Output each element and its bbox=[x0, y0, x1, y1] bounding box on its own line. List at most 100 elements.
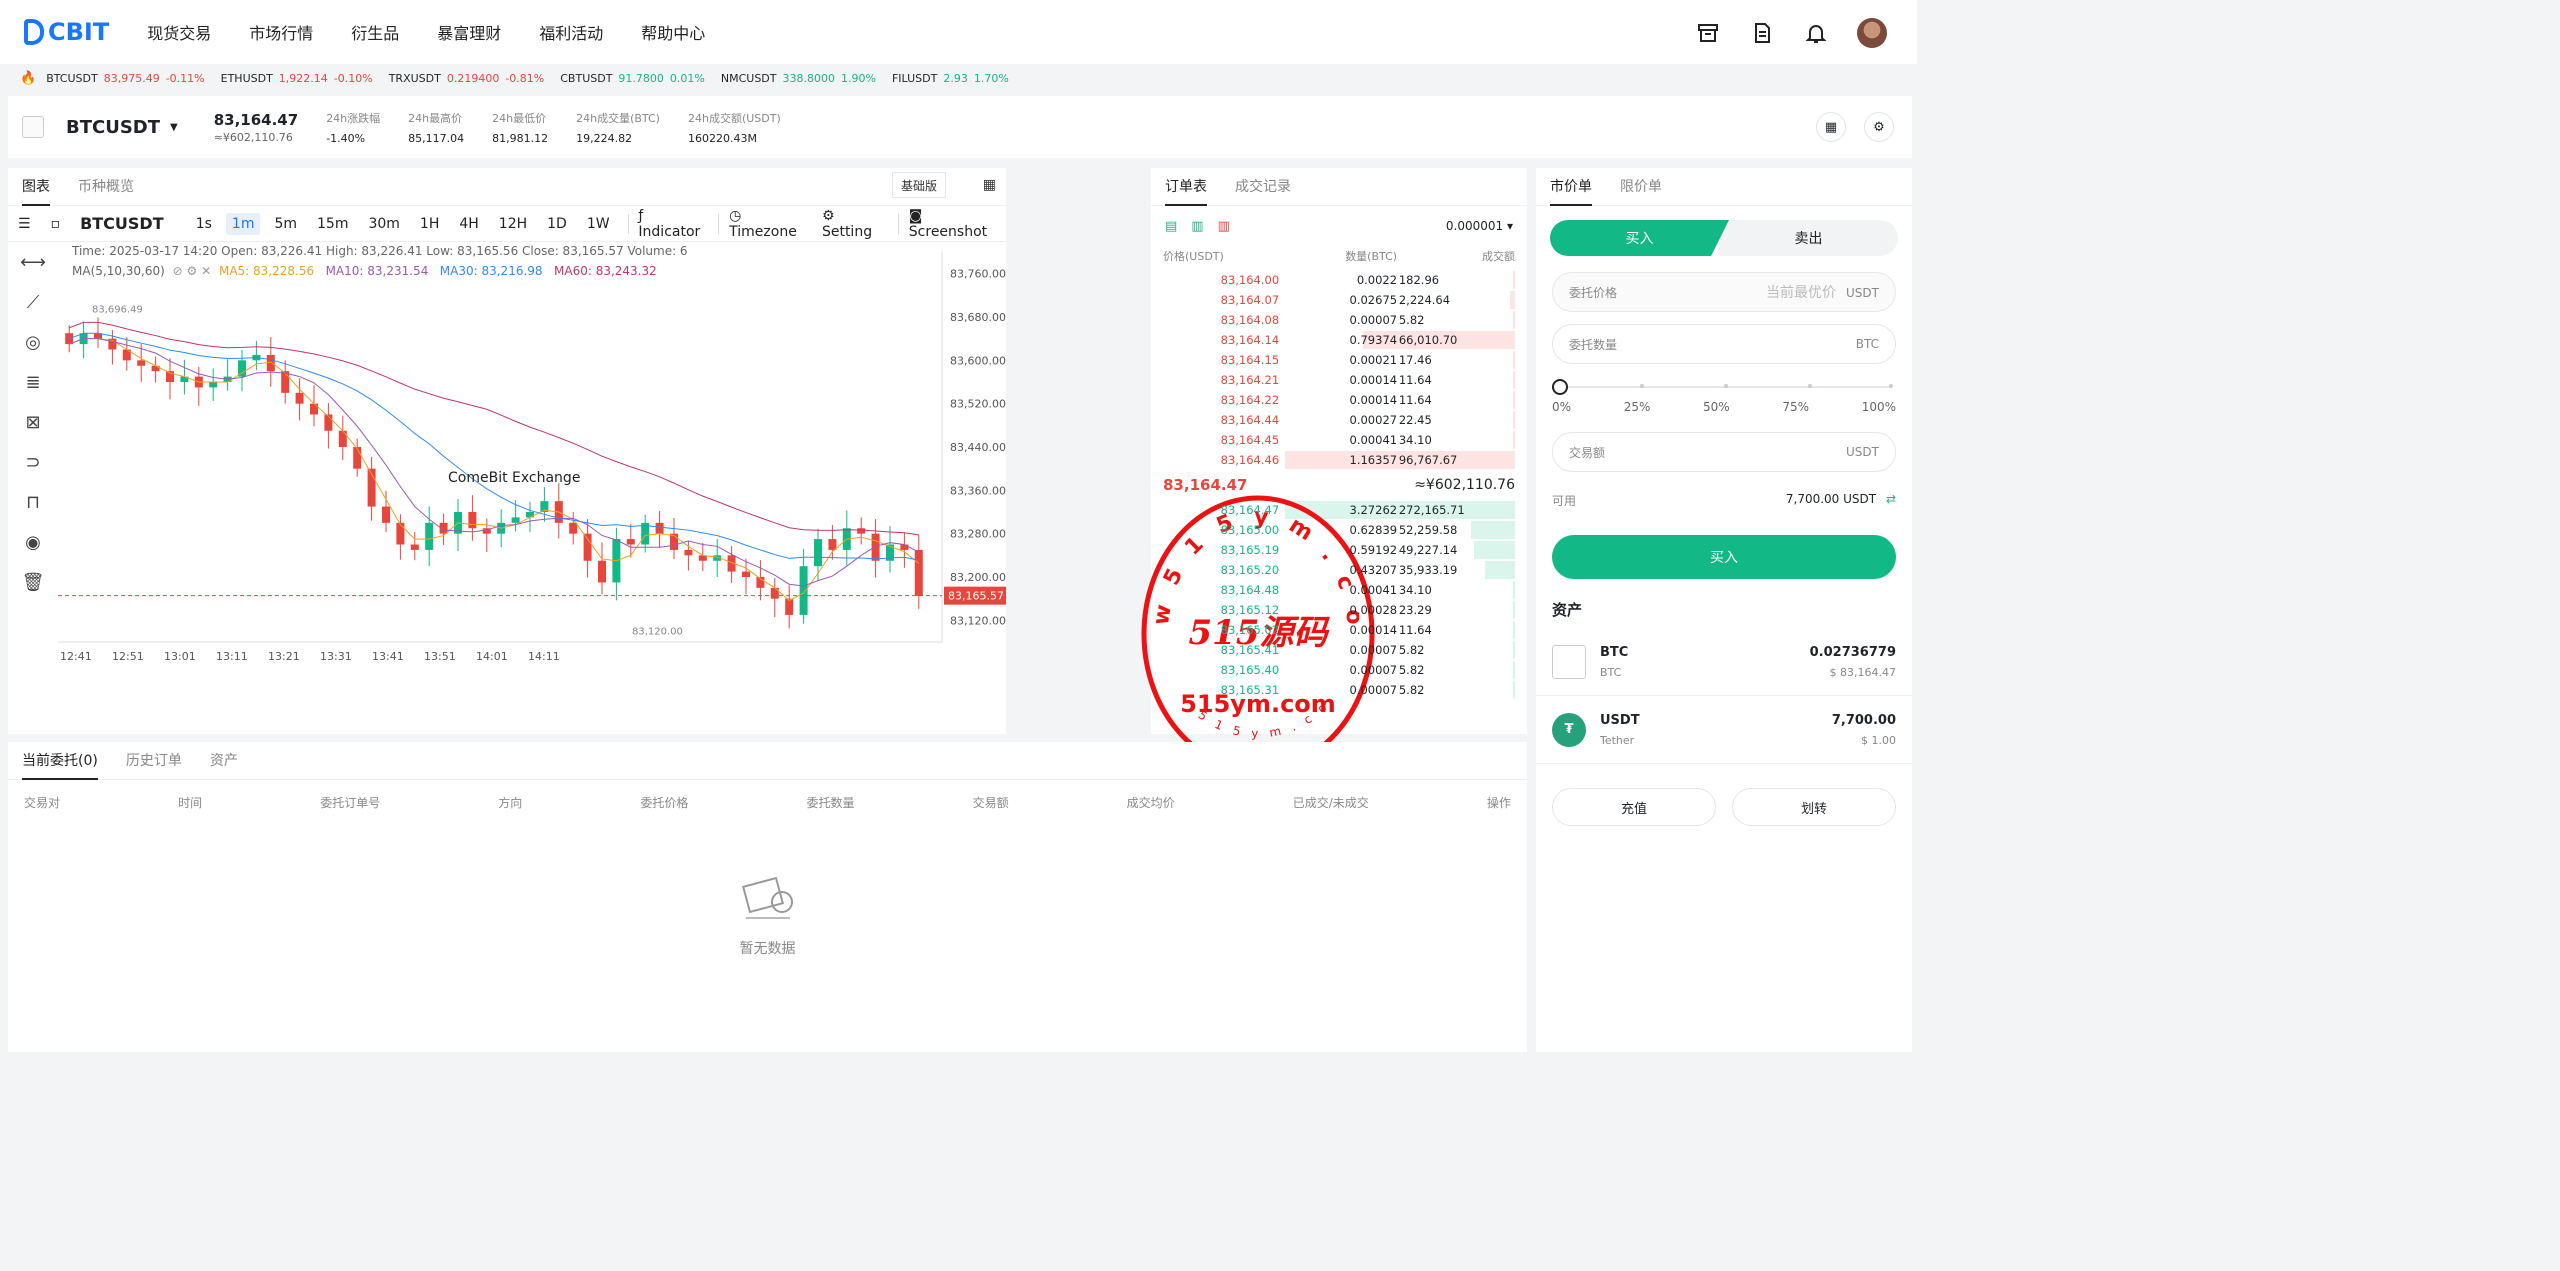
pct-50[interactable]: 50% bbox=[1703, 400, 1730, 414]
tab-order-history[interactable]: 历史订单 bbox=[126, 742, 182, 780]
document-icon[interactable] bbox=[1749, 20, 1775, 46]
gear-icon[interactable]: ⚙ bbox=[1864, 112, 1894, 142]
bell-icon[interactable] bbox=[1803, 20, 1829, 46]
quantity-field[interactable]: 委托数量 BTC bbox=[1552, 324, 1896, 364]
interval-1d[interactable]: 1D bbox=[541, 213, 573, 235]
candle-body bbox=[137, 360, 146, 366]
ticker-item[interactable]: TRXUSDT 0.219400 -0.81% bbox=[389, 72, 545, 85]
candle-body bbox=[785, 598, 794, 615]
orderbook-row[interactable]: 83,164.00 0.0022 182.96 bbox=[1151, 270, 1527, 290]
buy-tab[interactable]: 买入 bbox=[1550, 220, 1729, 256]
interval-1m[interactable]: 1m bbox=[225, 212, 261, 235]
archive-icon[interactable] bbox=[1695, 20, 1721, 46]
tab-chart[interactable]: 图表 bbox=[22, 168, 50, 206]
candle-body bbox=[626, 539, 635, 545]
pair-selector[interactable]: BTCUSDT bbox=[66, 117, 160, 138]
bids-only-icon[interactable]: ▥ bbox=[1191, 219, 1203, 234]
candle-body bbox=[900, 544, 909, 550]
grid-layout-icon[interactable]: ▦ bbox=[983, 172, 996, 198]
nav-item-derivatives[interactable]: 衍生品 bbox=[351, 20, 399, 44]
nav-item-finance[interactable]: 暴富理财 bbox=[437, 20, 501, 44]
interval-5m[interactable]: 5m bbox=[268, 213, 303, 235]
nav-item-rewards[interactable]: 福利活动 bbox=[539, 20, 603, 44]
deposit-button[interactable]: 充值 bbox=[1552, 788, 1716, 826]
nav-item-market[interactable]: 市场行情 bbox=[249, 20, 313, 44]
ob-qty: 0.00014 bbox=[1349, 623, 1398, 637]
y-tick-label: 83,520.00 bbox=[950, 398, 1006, 411]
swap-icon[interactable]: ⇄ bbox=[1886, 492, 1896, 506]
orderbook-row[interactable]: 83,164.14 0.79374 66,010.70 bbox=[1151, 330, 1527, 350]
amount-field[interactable]: 交易额 USDT bbox=[1552, 432, 1896, 472]
candlestick-chart[interactable]: 83,760.00 83,680.00 83,600.00 83,520.00 83,4… bbox=[8, 242, 1006, 732]
both-sides-icon[interactable]: ▤ bbox=[1165, 219, 1177, 234]
buy-button[interactable]: 买入 bbox=[1552, 535, 1896, 579]
setting-button[interactable]: ⚙ Setting bbox=[816, 205, 886, 243]
asset-row-btc[interactable]: BTC BTC 0.02736779 $ 83,164.47 bbox=[1536, 628, 1912, 696]
y-tick-label: 83,280.00 bbox=[950, 528, 1006, 541]
tab-open-orders[interactable]: 当前委托(0) bbox=[22, 742, 98, 780]
x-tick-label: 13:21 bbox=[268, 650, 300, 663]
orderbook-row[interactable]: 83,164.44 0.00027 22.45 bbox=[1151, 410, 1527, 430]
chart-tabs: 图表 币种概览 基础版 ▦ bbox=[8, 168, 1006, 206]
calculator-icon[interactable]: ▦ bbox=[1816, 112, 1846, 142]
tab-orderbook[interactable]: 订单表 bbox=[1165, 168, 1207, 206]
pct-100[interactable]: 100% bbox=[1862, 400, 1896, 414]
ticker-item[interactable]: ETHUSDT 1,922.14 -0.10% bbox=[221, 72, 373, 85]
interval-4h[interactable]: 4H bbox=[453, 213, 484, 235]
tab-market-order[interactable]: 市价单 bbox=[1550, 168, 1592, 206]
percent-slider[interactable] bbox=[1552, 379, 1893, 395]
basic-version-button[interactable]: 基础版 bbox=[891, 172, 946, 198]
screenshot-button[interactable]: ◙ Screenshot bbox=[903, 205, 998, 243]
interval-1w[interactable]: 1W bbox=[581, 213, 616, 235]
x-tick-label: 12:51 bbox=[112, 650, 144, 663]
interval-30m[interactable]: 30m bbox=[362, 213, 405, 235]
ticker-item[interactable]: CBTUSDT 91.7800 0.01% bbox=[560, 72, 705, 85]
indicator-button[interactable]: ƒ Indicator bbox=[632, 205, 706, 243]
tab-trades[interactable]: 成交记录 bbox=[1235, 168, 1291, 206]
timezone-button[interactable]: ◷ Timezone bbox=[723, 205, 808, 243]
tab-overview[interactable]: 币种概览 bbox=[78, 168, 134, 206]
candle-body bbox=[65, 333, 74, 345]
orderbook-row[interactable]: 83,164.22 0.00014 11.64 bbox=[1151, 390, 1527, 410]
user-avatar[interactable] bbox=[1857, 18, 1887, 48]
interval-1h[interactable]: 1H bbox=[414, 213, 445, 235]
ticker-item[interactable]: BTCUSDT 83,975.49 -0.11% bbox=[46, 72, 204, 85]
tab-limit-order[interactable]: 限价单 bbox=[1620, 168, 1662, 206]
pct-75[interactable]: 75% bbox=[1782, 400, 1809, 414]
precision-select[interactable]: 0.000001 ▾ bbox=[1446, 219, 1513, 233]
tab-assets[interactable]: 资产 bbox=[210, 742, 238, 780]
chart-symbol[interactable]: BTCUSDT bbox=[74, 211, 170, 236]
interval-12h[interactable]: 12H bbox=[493, 213, 533, 235]
transfer-button[interactable]: 划转 bbox=[1732, 788, 1896, 826]
orderbook-row[interactable]: 83,164.45 0.00041 34.10 bbox=[1151, 430, 1527, 450]
chart-watermark: ComeBit Exchange bbox=[448, 470, 580, 486]
ob-price: 83,164.14 bbox=[1220, 333, 1280, 347]
candle-body bbox=[468, 512, 477, 529]
asset-row-usdt[interactable]: ₮ USDT Tether 7,700.00 $ 1.00 bbox=[1536, 696, 1912, 764]
menu-collapse-icon[interactable]: ☰ bbox=[12, 213, 37, 235]
sell-tab[interactable]: 卖出 bbox=[1719, 220, 1898, 256]
ob-total: 96,767.67 bbox=[1398, 453, 1458, 467]
nav-item-spot[interactable]: 现货交易 bbox=[147, 20, 211, 44]
pct-25[interactable]: 25% bbox=[1624, 400, 1651, 414]
last-price: 83,164.47 bbox=[213, 110, 299, 129]
orderbook-row[interactable]: 83,164.15 0.00021 17.46 bbox=[1151, 350, 1527, 370]
chevron-down-icon[interactable]: ▼ bbox=[170, 122, 178, 133]
ticker-item[interactable]: NMCUSDT 338.8000 1.90% bbox=[721, 72, 876, 85]
orderbook-row[interactable]: 83,164.46 1.16357 96,767.67 bbox=[1151, 450, 1527, 470]
candle-body bbox=[382, 506, 390, 523]
y-tick-label: 83,120.00 bbox=[950, 614, 1006, 627]
orderbook-row[interactable]: 83,164.07 0.02675 2,224.64 bbox=[1151, 290, 1527, 310]
logo[interactable]: CBIT bbox=[24, 18, 109, 46]
nav-item-help[interactable]: 帮助中心 bbox=[641, 20, 705, 44]
price-field[interactable]: 委托价格 当前最优价 USDT bbox=[1552, 272, 1896, 312]
orderbook-row[interactable]: 83,164.08 0.00007 5.82 bbox=[1151, 310, 1527, 330]
asks-only-icon[interactable]: ▥ bbox=[1218, 219, 1230, 234]
interval-1s[interactable]: 1s bbox=[190, 213, 218, 235]
slider-knob[interactable] bbox=[1552, 379, 1568, 395]
pct-0[interactable]: 0% bbox=[1552, 400, 1571, 414]
orderbook-header: 价格(USDT) 数量(BTC) 成交额 bbox=[1163, 250, 1515, 263]
interval-15m[interactable]: 15m bbox=[311, 213, 354, 235]
ticker-item[interactable]: FILUSDT 2.93 1.70% bbox=[892, 72, 1009, 85]
orderbook-row[interactable]: 83,164.21 0.00014 11.64 bbox=[1151, 370, 1527, 390]
